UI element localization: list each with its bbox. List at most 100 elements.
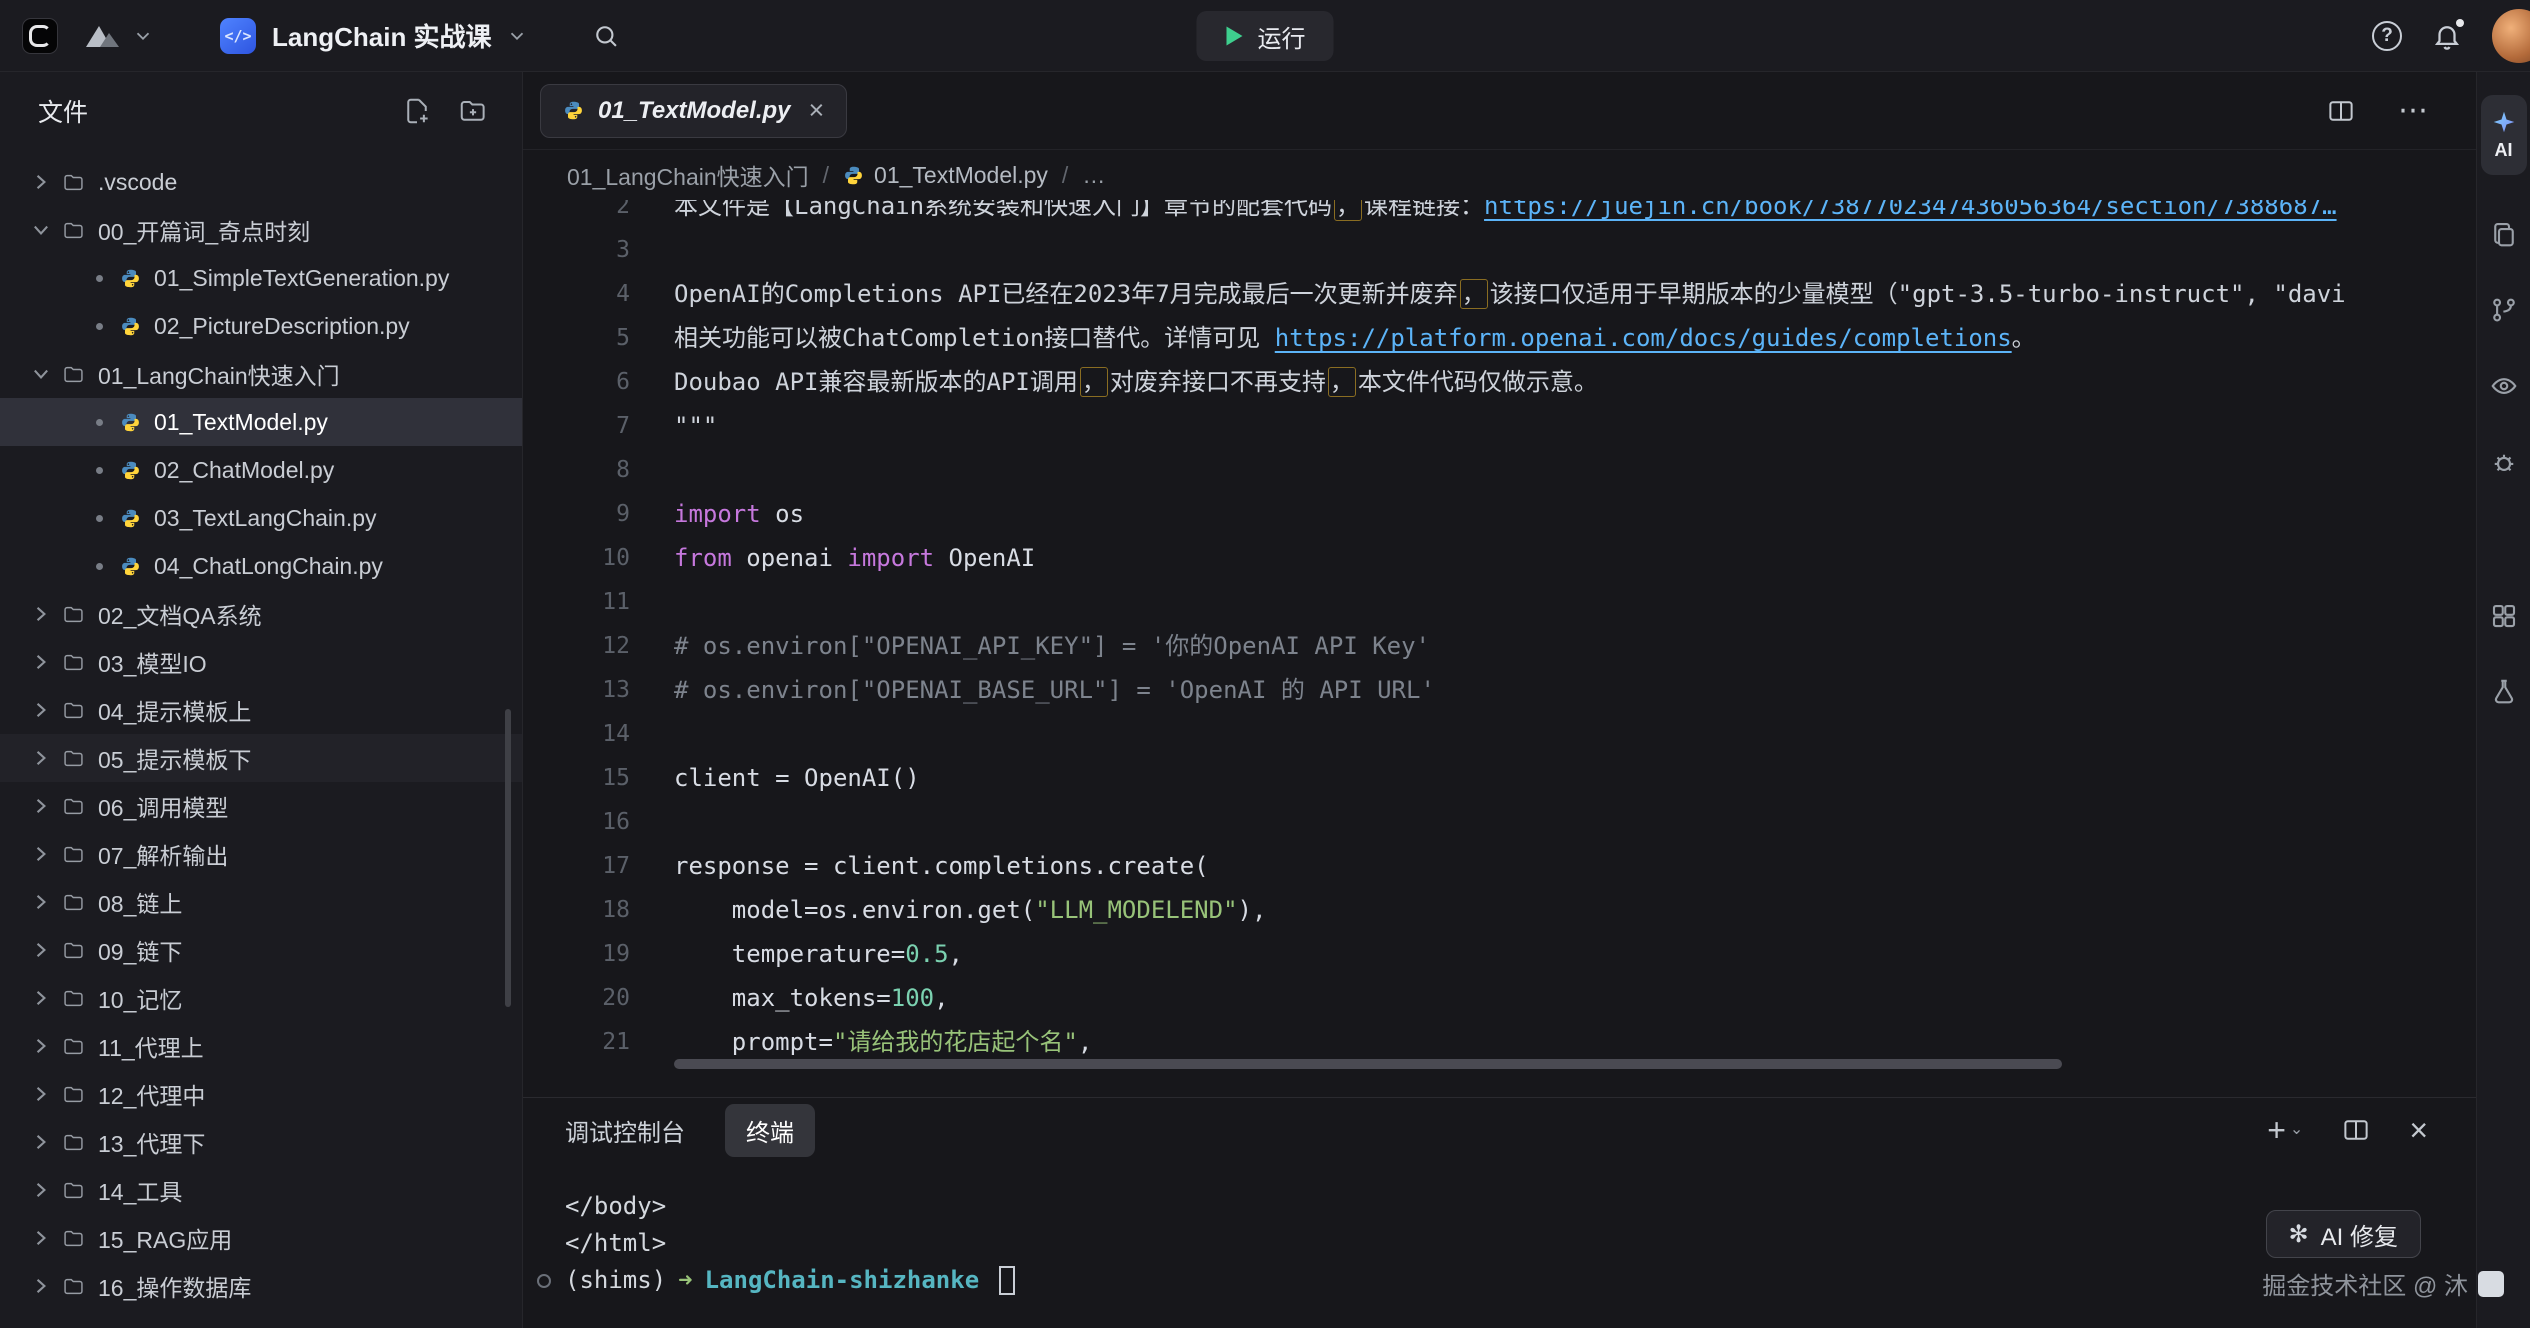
code-editor[interactable]: 2本文件是【LangChain系统安装和快速入门】章节的配套代码，课程链接：ht… — [523, 200, 2476, 1097]
line-number[interactable]: 21 — [523, 1020, 674, 1064]
code-line-9[interactable]: 9import os — [523, 492, 2476, 536]
line-number[interactable]: 2 — [523, 200, 674, 228]
breadcrumb-file[interactable]: 01_TextModel.py — [874, 162, 1048, 189]
tree-folder[interactable]: 01_LangChain快速入门 — [0, 350, 522, 398]
tab-debug-console[interactable]: 调试控制台 — [565, 1113, 685, 1148]
tree-folder[interactable]: 03_模型IO — [0, 638, 522, 686]
code-line-5[interactable]: 5相关功能可以被ChatCompletion接口替代。详情可见 https://… — [523, 316, 2476, 360]
notifications-bell-icon[interactable] — [2432, 21, 2462, 51]
line-number[interactable]: 18 — [523, 888, 674, 932]
line-number[interactable]: 9 — [523, 492, 674, 536]
line-number[interactable]: 8 — [523, 448, 674, 492]
tree-file[interactable]: 01_TextModel.py — [0, 398, 522, 446]
tree-file[interactable]: 01_SimpleTextGeneration.py — [0, 254, 522, 302]
run-button[interactable]: 运行 — [1197, 11, 1334, 61]
line-number[interactable]: 11 — [523, 580, 674, 624]
tree-folder[interactable]: 13_代理下 — [0, 1118, 522, 1166]
code-line-18[interactable]: 18 model=os.environ.get("LLM_MODELEND"), — [523, 888, 2476, 932]
code-line-4[interactable]: 4OpenAI的Completions API已经在2023年7月完成最后一次更… — [523, 272, 2476, 316]
line-number[interactable]: 12 — [523, 624, 674, 668]
line-number[interactable]: 14 — [523, 712, 674, 756]
tree-folder[interactable]: 04_提示模板上 — [0, 686, 522, 734]
lab-flask-icon[interactable] — [2487, 675, 2521, 709]
tab-terminal[interactable]: 终端 — [725, 1104, 815, 1157]
line-number[interactable]: 7 — [523, 404, 674, 448]
tab-close-icon[interactable]: × — [809, 97, 825, 124]
tree-folder[interactable]: 07_解析输出 — [0, 830, 522, 878]
line-number[interactable]: 13 — [523, 668, 674, 712]
code-line-20[interactable]: 20 max_tokens=100, — [523, 976, 2476, 1020]
tree-folder[interactable]: 16_操作数据库 — [0, 1262, 522, 1310]
split-panel-icon[interactable] — [2341, 1115, 2371, 1145]
terminal-prompt[interactable]: (shims) ➜ LangChain-shizhanke — [537, 1262, 2476, 1299]
tree-folder[interactable]: 11_代理上 — [0, 1022, 522, 1070]
tree-folder[interactable]: 02_文档QA系统 — [0, 590, 522, 638]
breadcrumb-folder[interactable]: 01_LangChain快速入门 — [567, 158, 809, 192]
tree-file[interactable]: 04_ChatLongChain.py — [0, 542, 522, 590]
new-folder-icon[interactable] — [458, 96, 488, 126]
tree-file[interactable]: 02_PictureDescription.py — [0, 302, 522, 350]
tree-folder[interactable]: 08_链上 — [0, 878, 522, 926]
workspace-logo-icon[interactable] — [78, 20, 124, 52]
source-control-branch-icon[interactable] — [2487, 293, 2521, 327]
code-line-13[interactable]: 13# os.environ["OPENAI_BASE_URL"] = 'Ope… — [523, 668, 2476, 712]
code-line-17[interactable]: 17response = client.completions.create( — [523, 844, 2476, 888]
workspace-chevron-down-icon[interactable] — [132, 25, 154, 47]
preview-eye-icon[interactable] — [2487, 369, 2521, 403]
line-number[interactable]: 6 — [523, 360, 674, 404]
tree-folder[interactable]: 10_记忆 — [0, 974, 522, 1022]
tree-folder[interactable]: 06_调用模型 — [0, 782, 522, 830]
debug-bug-icon[interactable] — [2487, 445, 2521, 479]
sidebar-scrollbar[interactable] — [505, 709, 511, 1007]
line-number[interactable]: 19 — [523, 932, 674, 976]
line-number[interactable]: 15 — [523, 756, 674, 800]
close-panel-icon[interactable]: × — [2409, 1114, 2428, 1146]
user-avatar[interactable] — [2492, 9, 2530, 63]
code-line-14[interactable]: 14 — [523, 712, 2476, 756]
code-line-11[interactable]: 11 — [523, 580, 2476, 624]
tree-file[interactable]: 03_TextLangChain.py — [0, 494, 522, 542]
code-line-6[interactable]: 6Doubao API兼容最新版本的API调用，对废弃接口不再支持，本文件代码仅… — [523, 360, 2476, 404]
code-line-3[interactable]: 3 — [523, 228, 2476, 272]
project-chevron-down-icon[interactable] — [506, 25, 528, 47]
ai-fix-button[interactable]: ✻ AI 修复 — [2266, 1210, 2421, 1258]
line-number[interactable]: 20 — [523, 976, 674, 1020]
search-icon[interactable] — [592, 22, 620, 50]
apps-grid-icon[interactable] — [2487, 599, 2521, 633]
editor-horizontal-scrollbar[interactable] — [674, 1059, 2062, 1069]
tree-folder[interactable]: 09_链下 — [0, 926, 522, 974]
line-number[interactable]: 10 — [523, 536, 674, 580]
code-line-8[interactable]: 8 — [523, 448, 2476, 492]
tree-folder[interactable]: 00_开篇词_奇点时刻 — [0, 206, 522, 254]
breadcrumb-more[interactable]: … — [1082, 162, 1105, 189]
app-logo-icon[interactable] — [22, 18, 58, 54]
more-actions-icon[interactable]: ⋯ — [2398, 93, 2430, 128]
tree-folder[interactable]: 15_RAG应用 — [0, 1214, 522, 1262]
project-title[interactable]: LangChain 实战课 — [272, 17, 492, 54]
line-number[interactable]: 17 — [523, 844, 674, 888]
code-line-10[interactable]: 10from openai import OpenAI — [523, 536, 2476, 580]
code-line-12[interactable]: 12# os.environ["OPENAI_API_KEY"] = '你的Op… — [523, 624, 2476, 668]
terminal[interactable]: </body> </html> (shims) ➜ LangChain-shiz… — [523, 1162, 2476, 1299]
help-icon[interactable]: ? — [2372, 21, 2402, 51]
line-number[interactable]: 4 — [523, 272, 674, 316]
tree-folder[interactable]: .vscode — [0, 158, 522, 206]
code-line-15[interactable]: 15client = OpenAI() — [523, 756, 2476, 800]
code-line-21[interactable]: 21 prompt="请给我的花店起个名", — [523, 1020, 2476, 1064]
tab-01-textmodel[interactable]: 01_TextModel.py × — [540, 84, 847, 138]
line-number[interactable]: 5 — [523, 316, 674, 360]
tree-folder[interactable]: 14_工具 — [0, 1166, 522, 1214]
new-file-icon[interactable] — [402, 96, 432, 126]
tree-file[interactable]: 02_ChatModel.py — [0, 446, 522, 494]
code-line-16[interactable]: 16 — [523, 800, 2476, 844]
docs-copy-icon[interactable] — [2487, 217, 2521, 251]
tree-folder[interactable]: 12_代理中 — [0, 1070, 522, 1118]
code-line-19[interactable]: 19 temperature=0.5, — [523, 932, 2476, 976]
code-line-7[interactable]: 7""" — [523, 404, 2476, 448]
split-editor-icon[interactable] — [2326, 96, 2356, 126]
ai-assistant-button[interactable]: AI — [2481, 95, 2527, 175]
line-number[interactable]: 3 — [523, 228, 674, 272]
new-terminal-button[interactable]: +⌄ — [2267, 1114, 2303, 1146]
line-number[interactable]: 16 — [523, 800, 674, 844]
code-line-2[interactable]: 2本文件是【LangChain系统安装和快速入门】章节的配套代码，课程链接：ht… — [523, 200, 2476, 228]
